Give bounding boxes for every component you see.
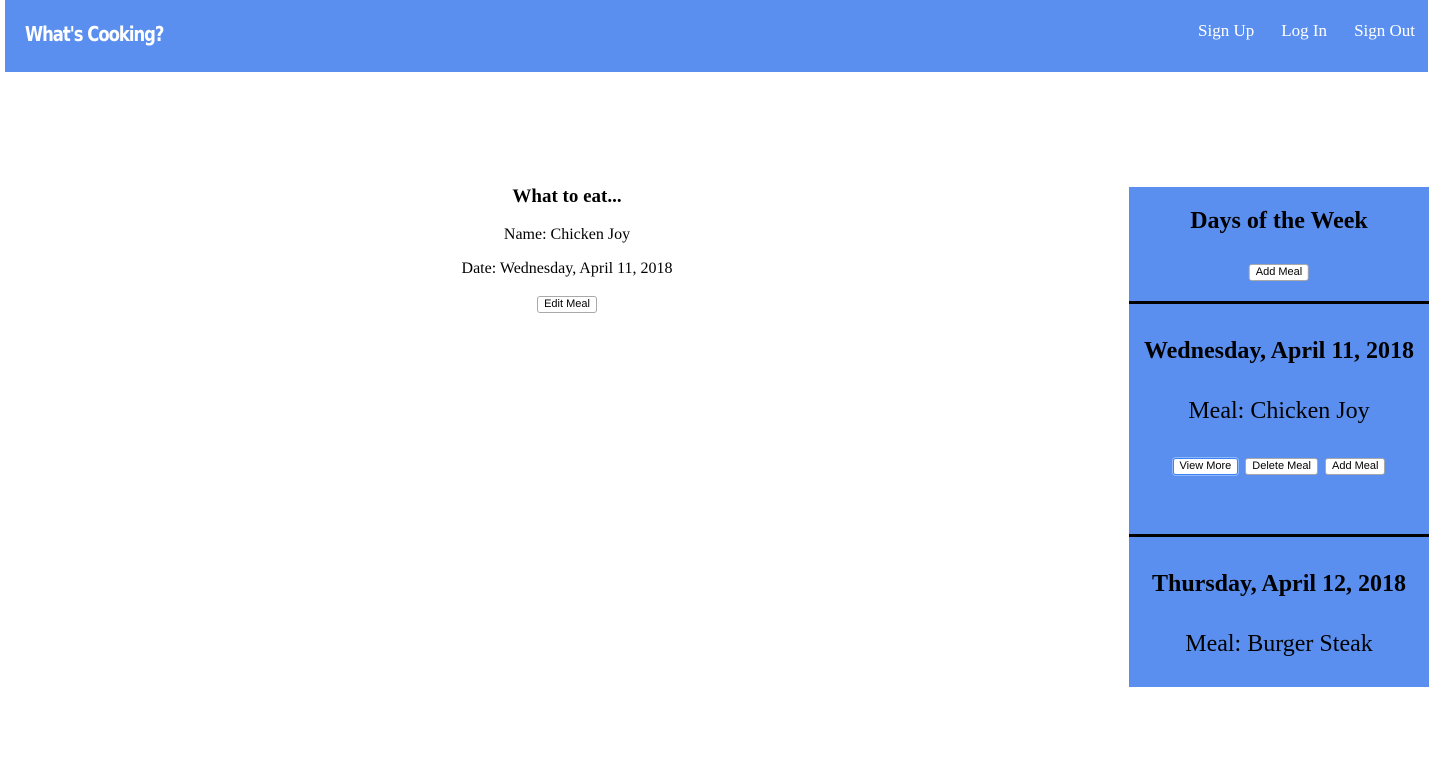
day-card: Wednesday, April 11, 2018 Meal: Chicken …: [1129, 304, 1429, 537]
day-date: Wednesday, April 11, 2018: [1143, 338, 1415, 364]
navbar: What's Cooking? Sign Up Log In Sign Out: [5, 0, 1428, 72]
view-more-button[interactable]: View More: [1172, 458, 1239, 475]
log-in-link[interactable]: Log In: [1281, 21, 1327, 41]
day-actions: View More Delete Meal Add Meal: [1129, 458, 1429, 475]
brand-logo[interactable]: What's Cooking?: [25, 22, 164, 46]
day-add-meal-button[interactable]: Add Meal: [1324, 458, 1386, 475]
meal-name: Name: Chicken Joy: [503, 226, 631, 243]
sign-out-link[interactable]: Sign Out: [1354, 21, 1415, 41]
edit-meal-button[interactable]: Edit Meal: [537, 296, 597, 313]
day-date: Thursday, April 12, 2018: [1151, 571, 1407, 597]
nav-links: Sign Up Log In Sign Out: [1198, 21, 1415, 41]
day-meal: Meal: Chicken Joy: [1188, 398, 1370, 424]
day-meal: Meal: Burger Steak: [1185, 631, 1373, 657]
sign-up-link[interactable]: Sign Up: [1198, 21, 1254, 41]
sidebar: Days of the Week Add Meal Wednesday, Apr…: [1129, 187, 1429, 687]
delete-meal-button[interactable]: Delete Meal: [1245, 458, 1318, 475]
detail-heading: What to eat...: [512, 186, 622, 207]
page: What's Cooking? Sign Up Log In Sign Out …: [0, 0, 1433, 778]
meal-date: Date: Wednesday, April 11, 2018: [461, 260, 673, 277]
meal-detail: What to eat... Name: Chicken Joy Date: W…: [367, 186, 767, 313]
detail-actions: Edit Meal: [367, 294, 767, 313]
sidebar-header: Days of the Week Add Meal: [1129, 187, 1429, 304]
sidebar-title: Days of the Week: [1190, 208, 1368, 234]
add-meal-button[interactable]: Add Meal: [1248, 264, 1310, 281]
